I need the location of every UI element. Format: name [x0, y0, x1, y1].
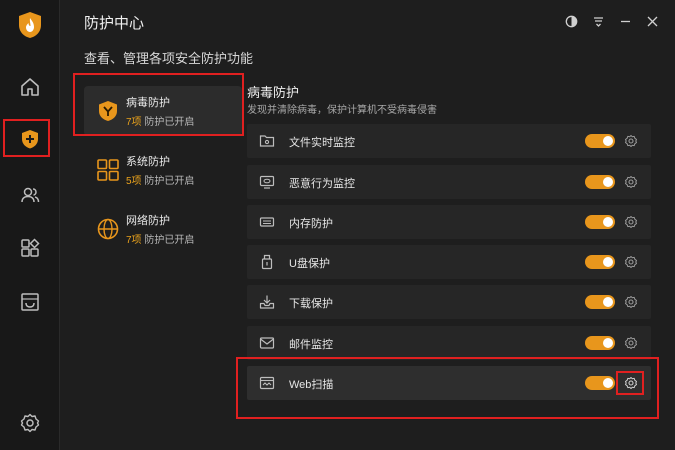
feature-toggle[interactable] [585, 215, 615, 229]
feature-label: 下载保护 [289, 298, 333, 310]
category-name: 网络防护 [126, 215, 170, 227]
feature-row-memory-protection: 内存防护 [247, 205, 651, 239]
bag-icon[interactable] [11, 283, 49, 321]
gear-icon[interactable] [624, 134, 638, 148]
theme-icon[interactable] [562, 12, 580, 30]
category-network-protection[interactable]: 网络防护 7项 防护已开启 [84, 204, 242, 254]
folder-icon [259, 135, 275, 147]
feature-label: Web扫描 [289, 379, 334, 391]
gear-icon[interactable] [624, 336, 638, 350]
gear-icon[interactable] [624, 255, 638, 269]
section-description: 发现并清除病毒，保护计算机不受病毒侵害 [247, 105, 437, 116]
globe-shield-icon [97, 218, 119, 240]
shield-plus-icon[interactable] [11, 120, 49, 158]
feature-row-file-monitor: 文件实时监控 [247, 124, 651, 158]
menu-icon[interactable] [589, 12, 607, 30]
category-virus-protection[interactable]: 病毒防护 7项 防护已开启 [84, 86, 242, 136]
feature-toggle[interactable] [585, 376, 615, 390]
feature-toggle[interactable] [585, 336, 615, 350]
users-icon[interactable] [11, 176, 49, 214]
category-name: 系统防护 [126, 156, 170, 168]
web-icon [259, 376, 275, 390]
feature-label: U盘保护 [289, 258, 330, 270]
page-title: 防护中心 [84, 15, 145, 32]
feature-row-usb-protection: U盘保护 [247, 245, 651, 279]
download-icon [259, 295, 275, 309]
category-system-protection[interactable]: 系统防护 5项 防护已开启 [84, 145, 242, 195]
feature-toggle[interactable] [585, 175, 615, 189]
monitor-icon [259, 175, 275, 189]
apps-icon[interactable] [11, 229, 49, 267]
home-icon[interactable] [11, 68, 49, 106]
feature-toggle[interactable] [585, 295, 615, 309]
feature-toggle[interactable] [585, 255, 615, 269]
feature-row-behavior-monitor: 恶意行为监控 [247, 165, 651, 199]
category-status: 7项 防护已开启 [126, 117, 195, 128]
feature-row-web-scan: Web扫描 [247, 366, 651, 400]
settings-icon[interactable] [11, 404, 49, 442]
feature-row-download-protection: 下载保护 [247, 285, 651, 319]
page-subtitle: 查看、管理各项安全防护功能 [84, 51, 254, 66]
gear-icon[interactable] [624, 376, 638, 390]
section-title: 病毒防护 [247, 85, 300, 100]
gear-icon[interactable] [624, 175, 638, 189]
category-status: 5项 防护已开启 [126, 176, 195, 187]
shield-y-icon [99, 101, 117, 121]
grid-icon [97, 159, 119, 181]
feature-label: 邮件监控 [289, 339, 333, 351]
close-icon[interactable] [643, 12, 661, 30]
feature-toggle[interactable] [585, 134, 615, 148]
category-name: 病毒防护 [126, 97, 170, 109]
feature-label: 内存防护 [289, 218, 333, 230]
app-logo-icon [17, 11, 43, 39]
category-status: 7项 防护已开启 [126, 235, 195, 246]
mail-icon [259, 337, 275, 349]
feature-row-mail-monitor: 邮件监控 [247, 326, 651, 360]
sidebar [0, 0, 60, 450]
gear-icon[interactable] [624, 215, 638, 229]
feature-label: 恶意行为监控 [289, 178, 355, 190]
usb-icon [261, 254, 273, 270]
minimize-icon[interactable] [616, 12, 634, 30]
feature-label: 文件实时监控 [289, 137, 355, 149]
main-panel: 防护中心 查看、管理各项安全防护功能 病毒防护 7项 防护已开启 系统防护 5项… [60, 0, 675, 450]
gear-icon[interactable] [624, 295, 638, 309]
memory-icon [259, 217, 275, 227]
